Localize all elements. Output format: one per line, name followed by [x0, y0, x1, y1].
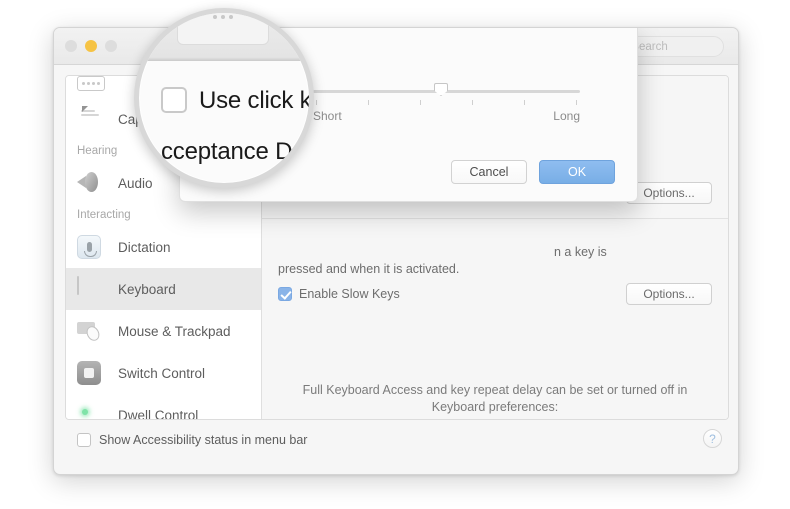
slider-ticks	[313, 100, 580, 105]
slider-max-label: Long	[553, 109, 580, 123]
sidebar-item-dwell-control[interactable]: Dwell Control	[66, 394, 261, 419]
footnote-line-1: Full Keyboard Access and key repeat dela…	[302, 383, 688, 397]
slow-keys-options-button[interactable]: Options...	[626, 283, 712, 305]
magnifier-loupe: Use click key cceptance D	[134, 8, 314, 188]
loupe-dots-icon	[213, 15, 233, 19]
slow-keys-description-line1: n a key is	[554, 245, 607, 259]
sidebar-item-label: Switch Control	[118, 365, 206, 381]
mouse-trackpad-icon	[77, 319, 107, 343]
keyboard-icon	[77, 276, 107, 301]
slider-min-label: Short	[313, 109, 342, 123]
sheet-button-group: Cancel OK	[451, 160, 615, 184]
slider-thumb[interactable]	[434, 83, 448, 96]
enable-slow-keys-label: Enable Slow Keys	[299, 287, 400, 301]
sidebar-item-label: Audio	[118, 175, 153, 191]
captions-icon	[77, 107, 107, 131]
cancel-button[interactable]: Cancel	[451, 160, 527, 184]
sidebar-item-keyboard[interactable]: Keyboard	[66, 268, 261, 310]
sidebar-header-interacting: Interacting	[77, 209, 131, 221]
sidebar-item-mouse-trackpad[interactable]: Mouse & Trackpad	[66, 310, 261, 352]
window-bottom-bar: Show Accessibility status in menu bar ?	[54, 421, 738, 474]
loupe-tab-zoom	[177, 13, 269, 45]
dictation-mic-icon	[77, 235, 107, 259]
help-button[interactable]: ?	[703, 429, 722, 448]
sidebar-item-label: Dwell Control	[118, 407, 199, 420]
ok-button[interactable]: OK	[539, 160, 615, 184]
dwell-control-icon	[77, 403, 107, 419]
screen: Accessibility Search Descr	[0, 0, 790, 509]
sidebar-item-label: Dictation	[118, 239, 171, 255]
slow-keys-description-line2: pressed and when it is activated.	[278, 262, 460, 276]
sidebar-item-dictation[interactable]: Dictation	[66, 226, 261, 268]
enable-slow-keys-row[interactable]: Enable Slow Keys	[278, 287, 400, 301]
footnote-line-2: Keyboard preferences:	[431, 400, 559, 414]
loupe-label-line2: cceptance D	[161, 138, 293, 165]
show-accessibility-status-checkbox[interactable]	[77, 433, 91, 447]
loupe-use-click-key-checkbox[interactable]	[161, 87, 187, 113]
show-accessibility-status-row[interactable]: Show Accessibility status in menu bar	[77, 433, 307, 447]
enable-slow-keys-checkbox[interactable]	[278, 287, 292, 301]
descriptions-icon	[77, 76, 107, 95]
show-accessibility-status-label: Show Accessibility status in menu bar	[99, 433, 308, 447]
audio-speaker-icon	[77, 171, 107, 195]
switch-control-icon	[77, 361, 107, 385]
sticky-keys-options-button[interactable]: Options...	[626, 182, 712, 204]
sidebar-item-label: Mouse & Trackpad	[118, 323, 231, 339]
loupe-label-line1: Use click key	[199, 87, 312, 114]
sidebar-item-label: Keyboard	[118, 281, 176, 297]
sidebar-item-switch-control[interactable]: Switch Control	[66, 352, 261, 394]
